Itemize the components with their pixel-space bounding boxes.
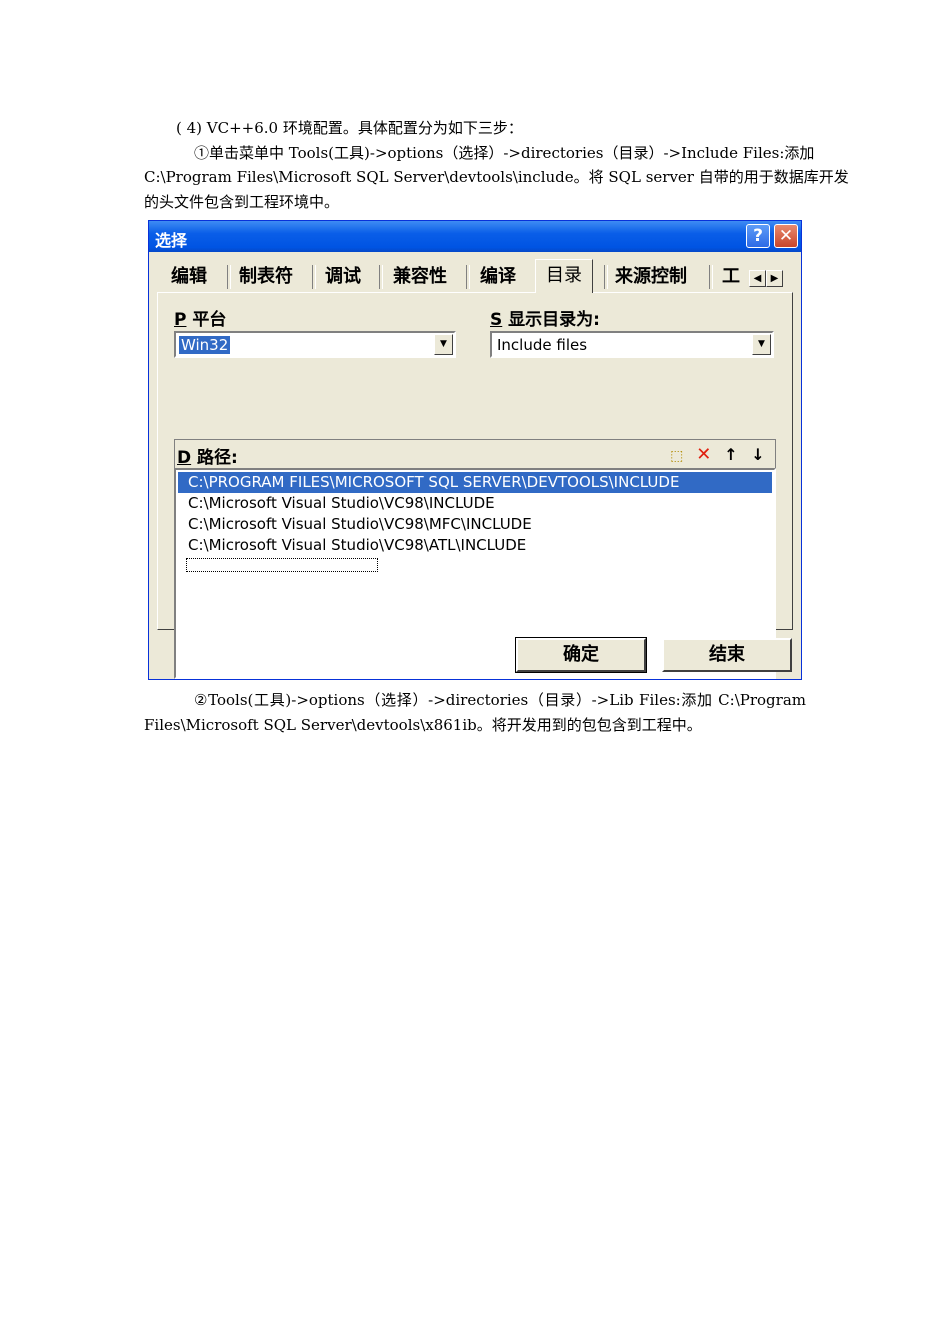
tab-divider [312,265,316,289]
tab-scroll-right-icon[interactable]: ▶ [766,270,783,287]
tab-divider [379,265,383,289]
tab-source-control[interactable]: 来源控制 [615,263,687,291]
text-line: ①单击菜单中 Tools(工具)->options（选择）->directori… [194,143,815,162]
path-label-text: 路径: [197,448,238,468]
move-down-icon[interactable]: ↓ [747,445,769,464]
tab-scroll-arrows: ◀ ▶ [749,270,783,287]
path-toolbar: ⬚ ✕ ↑ ↓ [666,444,769,465]
path-list-item[interactable]: C:\Microsoft Visual Studio\VC98\INCLUDE [178,493,772,514]
tab-strip: 编辑 制表符 调试 兼容性 编译 目录 来源控制 工 ◀ ▶ [159,259,791,293]
path-list-item[interactable]: C:\PROGRAM FILES\MICROSOFT SQL SERVER\DE… [178,472,772,493]
tab-divider [604,265,608,289]
show-dirs-hotkey: S [490,310,503,330]
path-hotkey: D [177,448,192,468]
tab-divider [466,265,470,289]
new-folder-icon[interactable]: ⬚ [666,448,688,464]
path-label: D 路径: [177,443,238,468]
path-list-header: D 路径: ⬚ ✕ ↑ ↓ [174,439,776,469]
dialog-titlebar[interactable]: 选择 ? ✕ [149,221,801,252]
tab-workspace[interactable]: 工 [722,263,740,291]
paragraph-step-4: ( 4) VC++6.0 环境配置。具体配置分为如下三步： ①单击菜单中 Too… [144,116,849,214]
platform-label: P 平台 [174,305,226,330]
path-list-item[interactable]: C:\Microsoft Visual Studio\VC98\ATL\INCL… [178,535,772,556]
platform-value: Win32 [179,336,231,354]
help-button[interactable]: ? [746,224,770,248]
chevron-down-icon[interactable]: ▼ [752,334,771,355]
tab-divider [709,265,713,289]
text-line: C:\Program Files\Microsoft SQL Server\de… [144,168,849,186]
directories-panel: P 平台 Win32 ▼ S 显示目录为: Include files ▼ D … [157,292,793,679]
text-line: Files\Microsoft SQL Server\devtools\x861… [144,715,702,734]
options-dialog: 选择 ? ✕ 编辑 制表符 调试 兼容性 编译 目录 来源控制 工 ◀ ▶ P … [148,220,802,680]
show-dirs-label-text: 显示目录为: [508,310,600,330]
tab-compatibility[interactable]: 兼容性 [393,263,447,291]
close-button[interactable]: ✕ [774,224,798,248]
tab-divider [227,265,231,289]
show-dirs-value: Include files [497,336,588,354]
platform-select[interactable]: Win32 ▼ [174,331,456,358]
platform-hotkey: P [174,310,187,330]
tab-debug[interactable]: 调试 [325,263,361,291]
tab-tabs[interactable]: 制表符 [239,263,293,291]
path-list-item[interactable]: C:\Microsoft Visual Studio\VC98\MFC\INCL… [178,514,772,535]
tab-build[interactable]: 编译 [480,263,516,291]
new-entry-placeholder[interactable] [186,558,378,572]
text-line: ( 4) VC++6.0 环境配置。具体配置分为如下三步： [176,119,523,137]
ok-button[interactable]: 确定 [515,637,647,673]
tab-scroll-left-icon[interactable]: ◀ [749,270,766,287]
dialog-title: 选择 [155,231,188,250]
platform-label-text: 平台 [192,310,227,330]
paragraph-step-2: ②Tools(工具)->options（选择）->directories（目录）… [144,688,806,737]
show-dirs-select[interactable]: Include files ▼ [490,331,774,358]
delete-icon[interactable]: ✕ [693,444,715,465]
finish-button[interactable]: 结束 [662,638,792,672]
text-line: ②Tools(工具)->options（选择）->directories（目录）… [194,691,806,709]
text-line: 的头文件包含到工程环境中。 [144,192,340,211]
tab-edit[interactable]: 编辑 [171,263,207,291]
tab-directories[interactable]: 目录 [535,259,593,293]
show-dirs-label: S 显示目录为: [490,305,600,330]
chevron-down-icon[interactable]: ▼ [434,334,453,355]
move-up-icon[interactable]: ↑ [720,445,742,464]
